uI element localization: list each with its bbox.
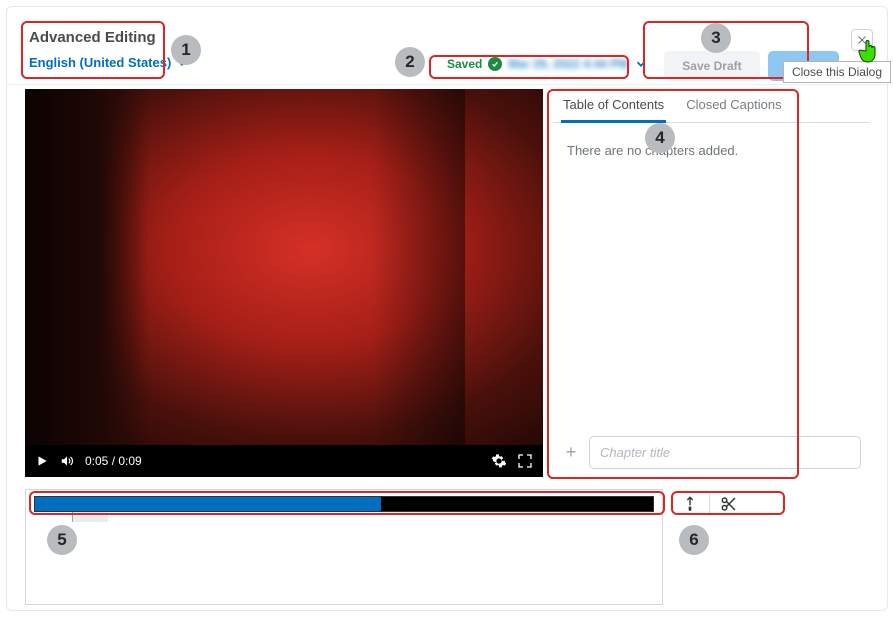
marker-tool[interactable] xyxy=(677,491,703,517)
side-panel: Table of Contents Closed Captions There … xyxy=(553,89,869,477)
video-frame xyxy=(25,89,543,445)
saved-label: Saved xyxy=(447,57,482,71)
timeline-track[interactable] xyxy=(34,496,654,512)
fullscreen-button[interactable] xyxy=(517,453,533,469)
page-title: Advanced Editing xyxy=(29,29,156,46)
video-time: 0:05 / 0:09 xyxy=(85,454,142,468)
save-status: Saved Mar 29, 2022 4:44 PM xyxy=(447,57,648,71)
timeline-panel xyxy=(25,489,663,605)
side-tabs: Table of Contents Closed Captions xyxy=(553,89,869,123)
tab-closed-captions[interactable]: Closed Captions xyxy=(684,89,783,122)
timeline-playhead[interactable] xyxy=(72,512,108,522)
timeline-tools xyxy=(677,489,742,519)
save-draft-button[interactable]: Save Draft xyxy=(664,51,759,81)
chapter-title-input[interactable] xyxy=(589,436,861,469)
add-chapter-button[interactable]: + xyxy=(561,442,581,463)
volume-button[interactable] xyxy=(59,454,75,468)
saved-timestamp: Mar 29, 2022 4:44 PM xyxy=(508,57,628,71)
hand-cursor-icon xyxy=(857,37,881,65)
separator xyxy=(709,494,710,514)
editor-header: Advanced Editing English (United States)… xyxy=(7,7,887,85)
language-selector[interactable]: English (United States) xyxy=(29,55,189,70)
tab-table-of-contents[interactable]: Table of Contents xyxy=(561,89,666,122)
video-player[interactable]: 0:05 / 0:09 xyxy=(25,89,543,477)
language-label: English (United States) xyxy=(29,55,171,70)
chevron-down-icon[interactable] xyxy=(634,57,648,71)
check-circle-icon xyxy=(488,57,502,71)
settings-button[interactable] xyxy=(491,453,507,469)
chevron-down-icon xyxy=(175,56,189,70)
chapters-empty-message: There are no chapters added. xyxy=(567,143,855,158)
video-controls: 0:05 / 0:09 xyxy=(25,445,543,477)
chapters-list: There are no chapters added. xyxy=(553,127,869,427)
cut-tool[interactable] xyxy=(716,491,742,517)
play-button[interactable] xyxy=(35,454,49,468)
